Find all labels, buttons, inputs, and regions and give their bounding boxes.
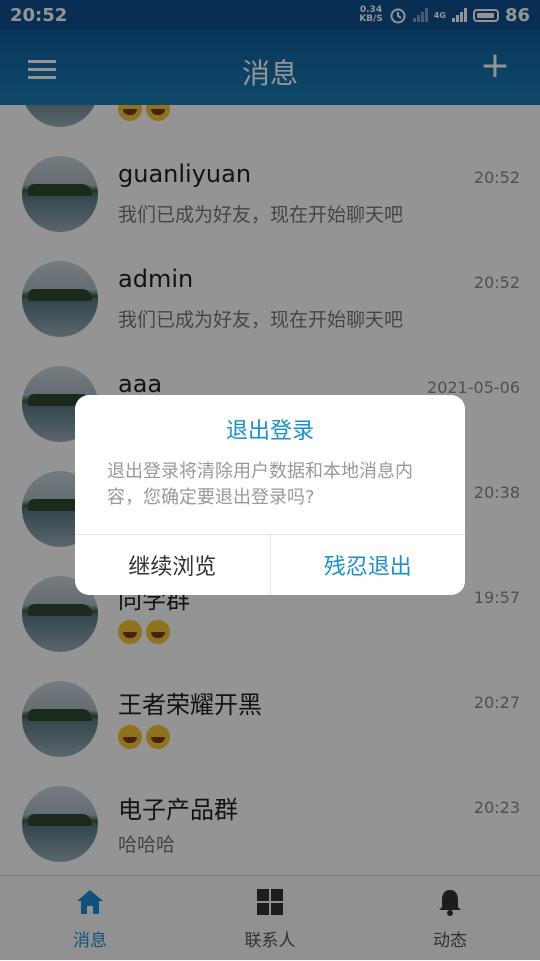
dialog-title: 退出登录 [225, 419, 314, 444]
continue-browsing-button[interactable]: 继续浏览 [75, 535, 271, 595]
logout-dialog: 退出登录 退出登录将清除用户数据和本地消息内容，您确定要退出登录吗? 继续浏览 … [75, 395, 465, 595]
dialog-message: 退出登录将清除用户数据和本地消息内容，您确定要退出登录吗? [107, 461, 413, 508]
confirm-logout-button[interactable]: 残忍退出 [271, 535, 466, 595]
dialog-actions: 继续浏览 残忍退出 [75, 534, 465, 595]
